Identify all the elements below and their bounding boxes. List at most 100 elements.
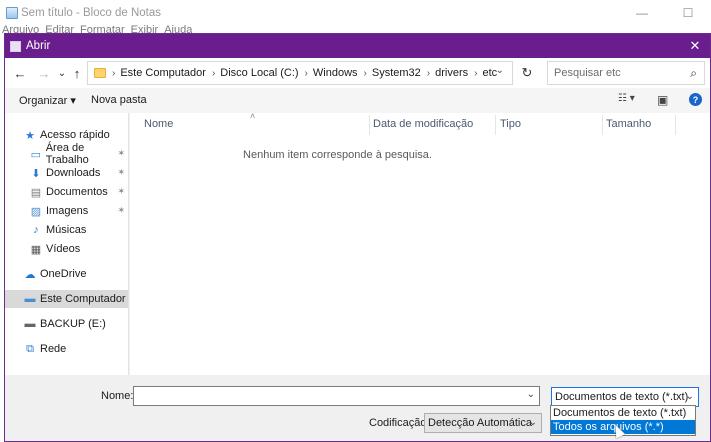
encoding-value: Detecção Automática — [428, 417, 532, 429]
sidebar-item-label: Imagens — [46, 205, 89, 217]
encoding-label: Codificação: — [369, 417, 430, 429]
back-arrow-icon[interactable]: ← — [11, 64, 29, 82]
sidebar-item-label: Este Computador — [40, 293, 126, 305]
address-dropdown-icon[interactable]: ⌄ — [496, 65, 504, 76]
breadcrumb-separator-icon[interactable]: › — [427, 68, 430, 79]
breadcrumb-drivers[interactable]: drivers — [435, 67, 468, 79]
music-icon: ♪ — [33, 224, 39, 236]
breadcrumb-disco-local[interactable]: Disco Local (C:) — [220, 67, 298, 79]
file-name-input[interactable]: ⌄ — [133, 386, 540, 406]
sidebar-item-rede[interactable]: ⧉ Rede — [5, 340, 128, 358]
dialog-titlebar: Abrir ✕ — [5, 34, 710, 58]
sidebar-item-label: Área de Trabalho — [45, 142, 89, 166]
forward-arrow-icon[interactable]: → — [35, 64, 53, 82]
view-options-icon[interactable]: ☷ ▾ — [618, 93, 635, 104]
column-divider[interactable] — [675, 115, 676, 135]
empty-message: Nenhum item corresponde à pesquisa. — [243, 149, 432, 161]
sidebar-item-este-computador[interactable]: ▬ Este Computador — [5, 290, 128, 308]
chevron-down-icon[interactable]: ⌄ — [529, 417, 537, 428]
sidebar-item-downloads[interactable]: ⬇ Downloads ✶ — [5, 164, 128, 182]
menu-ajuda[interactable]: Ajuda — [164, 25, 192, 33]
search-input[interactable]: Pesquisar etc ⌕ — [547, 61, 705, 85]
column-divider[interactable] — [602, 115, 603, 135]
breadcrumb-separator-icon[interactable]: › — [212, 68, 215, 79]
breadcrumb-windows[interactable]: Windows — [313, 67, 358, 79]
notepad-menubar: Arquivo Editar Formatar Exibir Ajuda — [2, 25, 192, 33]
column-divider[interactable] — [369, 115, 370, 135]
column-header-nome[interactable]: Nome — [144, 118, 173, 130]
breadcrumb-separator-icon[interactable]: › — [112, 68, 115, 79]
search-placeholder: Pesquisar etc — [554, 67, 621, 79]
menu-exibir[interactable]: Exibir — [131, 25, 159, 33]
sort-caret-icon: ˄ — [250, 111, 256, 121]
column-divider[interactable] — [495, 115, 496, 135]
pin-icon: ✶ — [117, 186, 125, 196]
file-type-option-txt[interactable]: Documentos de texto (*.txt) — [551, 406, 695, 420]
network-icon: ⧉ — [26, 342, 34, 355]
pictures-icon: ▨ — [30, 205, 42, 218]
help-icon[interactable]: ? — [689, 93, 702, 106]
breadcrumb-separator-icon[interactable]: › — [305, 68, 308, 79]
cloud-icon: ☁ — [24, 268, 36, 281]
chevron-down-icon[interactable]: ⌄ — [527, 389, 535, 400]
menu-arquivo[interactable]: Arquivo — [2, 25, 39, 33]
close-icon[interactable]: ✕ — [680, 34, 710, 58]
search-icon[interactable]: ⌕ — [690, 66, 697, 81]
sidebar-item-documentos[interactable]: ▤ Documentos ✶ — [5, 183, 128, 201]
file-type-select[interactable]: Documentos de texto (*.txt) ⌄ — [551, 387, 699, 407]
sidebar-item-onedrive[interactable]: ☁ OneDrive — [5, 265, 128, 283]
breadcrumb-system32[interactable]: System32 — [372, 67, 421, 79]
sidebar-item-label: BACKUP (E:) — [40, 318, 106, 330]
sidebar-item-label: Músicas — [46, 224, 87, 236]
desktop-icon: ▭ — [30, 148, 42, 161]
sidebar-item-area-de-trabalho[interactable]: ▭ Área de Trabalho ✶ — [5, 142, 128, 166]
address-bar[interactable]: › Este Computador › Disco Local (C:) › W… — [87, 61, 513, 85]
sidebar-item-label: Acesso rápido — [40, 129, 110, 141]
command-toolbar: Organizar ▾ Nova pasta ☷ ▾ ▣ ? — [5, 88, 710, 113]
maximize-button[interactable]: ☐ — [665, 0, 711, 26]
navigation-pane: ★ Acesso rápido ▭ Área de Trabalho ✶ ⬇ D… — [5, 113, 129, 375]
chevron-down-icon[interactable]: ⌄ — [686, 391, 694, 402]
preview-pane-icon[interactable]: ▣ — [657, 93, 668, 107]
menu-formatar[interactable]: Formatar — [80, 25, 125, 33]
encoding-select[interactable]: Detecção Automática ⌄ — [424, 413, 542, 433]
column-header-data[interactable]: Data de modificação — [373, 118, 473, 130]
file-name-label: Nome: — [101, 390, 134, 402]
minimize-button[interactable]: — — [619, 0, 665, 26]
column-header-tamanho[interactable]: Tamanho — [606, 118, 651, 130]
sidebar-item-backup[interactable]: ▬ BACKUP (E:) — [5, 315, 128, 333]
dialog-title: Abrir — [26, 40, 51, 52]
refresh-icon[interactable]: ↻ — [516, 64, 538, 82]
notepad-icon — [6, 7, 18, 19]
breadcrumb-separator-icon[interactable]: › — [474, 68, 477, 79]
pin-icon: ✶ — [117, 205, 125, 215]
file-list: ˄ Nome Data de modificação Tipo Tamanho … — [130, 111, 710, 375]
breadcrumb-este-computador[interactable]: Este Computador — [120, 67, 206, 79]
sidebar-item-musicas[interactable]: ♪ Músicas — [5, 221, 128, 239]
folder-icon — [94, 68, 106, 78]
notepad-title: Sem título - Bloco de Notas — [21, 7, 161, 19]
video-icon: ▦ — [30, 243, 42, 256]
dialog-icon — [10, 40, 21, 52]
sidebar-item-label: Rede — [40, 343, 67, 355]
menu-editar[interactable]: Editar — [45, 25, 74, 33]
sidebar-item-imagens[interactable]: ▨ Imagens ✶ — [5, 202, 128, 220]
sidebar-item-label: Documentos — [46, 186, 108, 198]
up-arrow-icon[interactable]: ↑ — [68, 64, 86, 82]
pin-icon: ✶ — [117, 148, 125, 158]
new-folder-button[interactable]: Nova pasta — [91, 94, 147, 106]
sidebar-item-videos[interactable]: ▦ Vídeos — [5, 240, 128, 258]
download-icon: ⬇ — [31, 167, 41, 180]
organize-button[interactable]: Organizar ▾ — [19, 94, 76, 107]
document-icon: ▤ — [30, 186, 42, 199]
column-header-tipo[interactable]: Tipo — [500, 118, 521, 130]
notepad-window-controls: — ☐ — [619, 0, 711, 26]
sidebar-item-label: OneDrive — [40, 268, 87, 280]
sidebar-item-label: Vídeos — [46, 243, 81, 255]
notepad-titlebar: Sem título - Bloco de Notas — ☐ — [0, 0, 711, 26]
sidebar-item-label: Downloads — [46, 167, 101, 179]
breadcrumb-separator-icon[interactable]: › — [364, 68, 367, 79]
star-icon: ★ — [25, 129, 35, 142]
pin-icon: ✶ — [117, 167, 125, 177]
navigation-bar: ← → ⌄ ↑ › Este Computador › Disco Local … — [5, 58, 710, 88]
